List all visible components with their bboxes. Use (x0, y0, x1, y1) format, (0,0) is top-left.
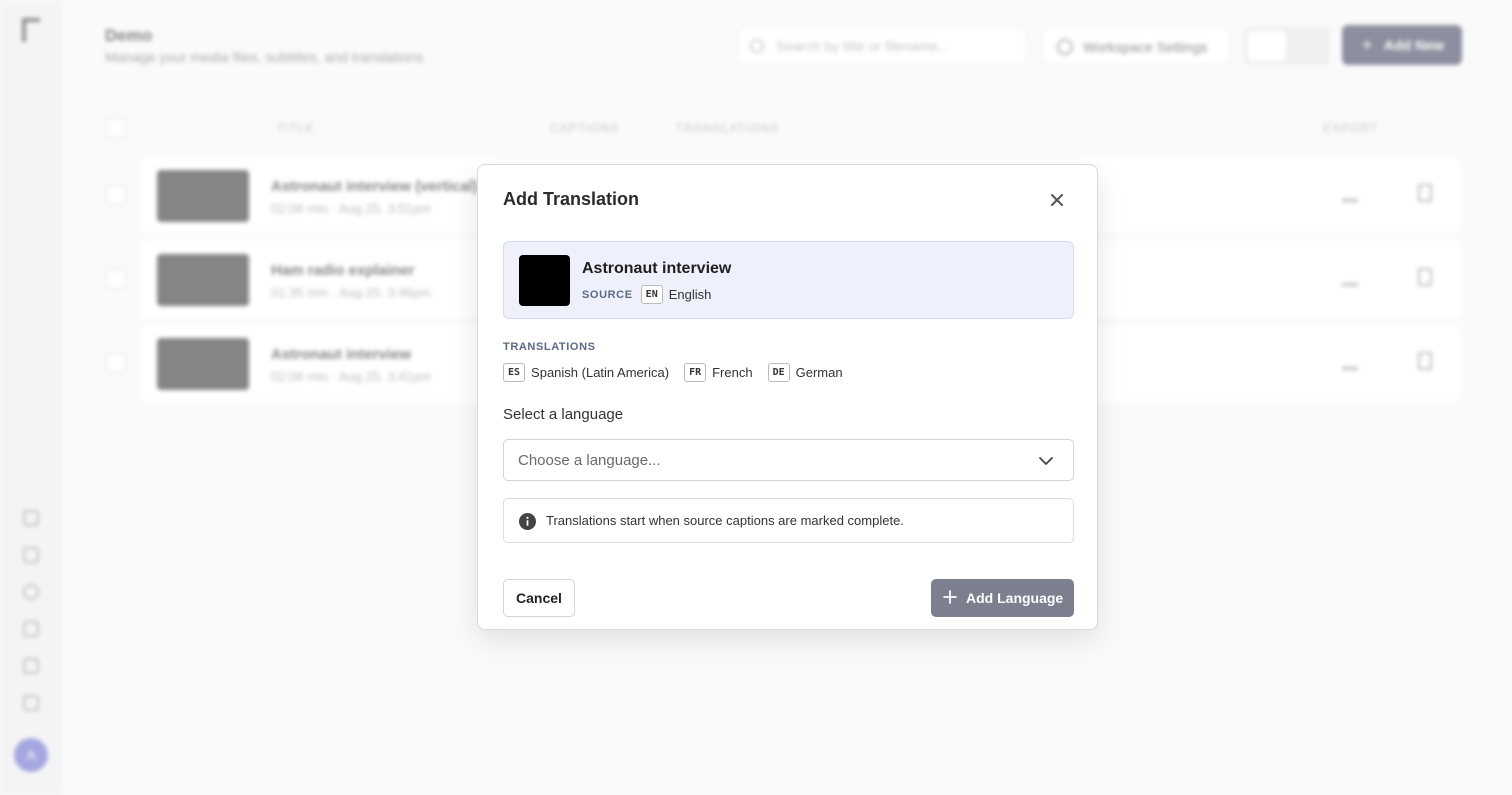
language-select[interactable]: Choose a language... (503, 439, 1074, 481)
plus-icon (943, 590, 957, 604)
add-language-button[interactable]: Add Language (931, 579, 1074, 617)
dialog-title: Add Translation (503, 189, 640, 209)
translation-item: ES Spanish (Latin America) (503, 363, 669, 382)
media-thumbnail (519, 255, 570, 306)
close-button[interactable] (1044, 187, 1070, 213)
info-notice: Translations start when source captions … (503, 498, 1074, 543)
select-language-label: Select a language (503, 406, 624, 423)
language-code: FR (684, 363, 707, 382)
add-language-label: Add Language (966, 590, 1064, 606)
existing-translations: ES Spanish (Latin America) FR French DE … (503, 363, 858, 382)
info-text: Translations start when source captions … (546, 513, 904, 528)
translations-heading: TRANSLATIONS (503, 341, 596, 353)
source-media-card: Astronaut interview SOURCE EN English (503, 241, 1074, 319)
media-title: Astronaut interview (582, 260, 732, 277)
info-icon (519, 513, 536, 530)
source-language-code: EN (640, 285, 663, 304)
source-language: SOURCE EN English (582, 285, 711, 304)
source-label: SOURCE (582, 288, 633, 301)
language-name: Spanish (Latin America) (531, 365, 670, 380)
language-code: DE (767, 363, 790, 382)
chevron-down-icon (1039, 457, 1053, 465)
language-code: ES (503, 363, 526, 382)
add-translation-dialog: Add Translation Astronaut interview SOUR… (477, 164, 1098, 630)
language-select-placeholder: Choose a language... (518, 452, 661, 469)
translation-item: FR French (684, 363, 753, 382)
language-name: French (712, 365, 753, 380)
cancel-button[interactable]: Cancel (503, 579, 575, 617)
language-name: German (795, 365, 843, 380)
source-language-name: English (668, 287, 712, 302)
translation-item: DE German (767, 363, 843, 382)
close-icon (1051, 194, 1063, 206)
